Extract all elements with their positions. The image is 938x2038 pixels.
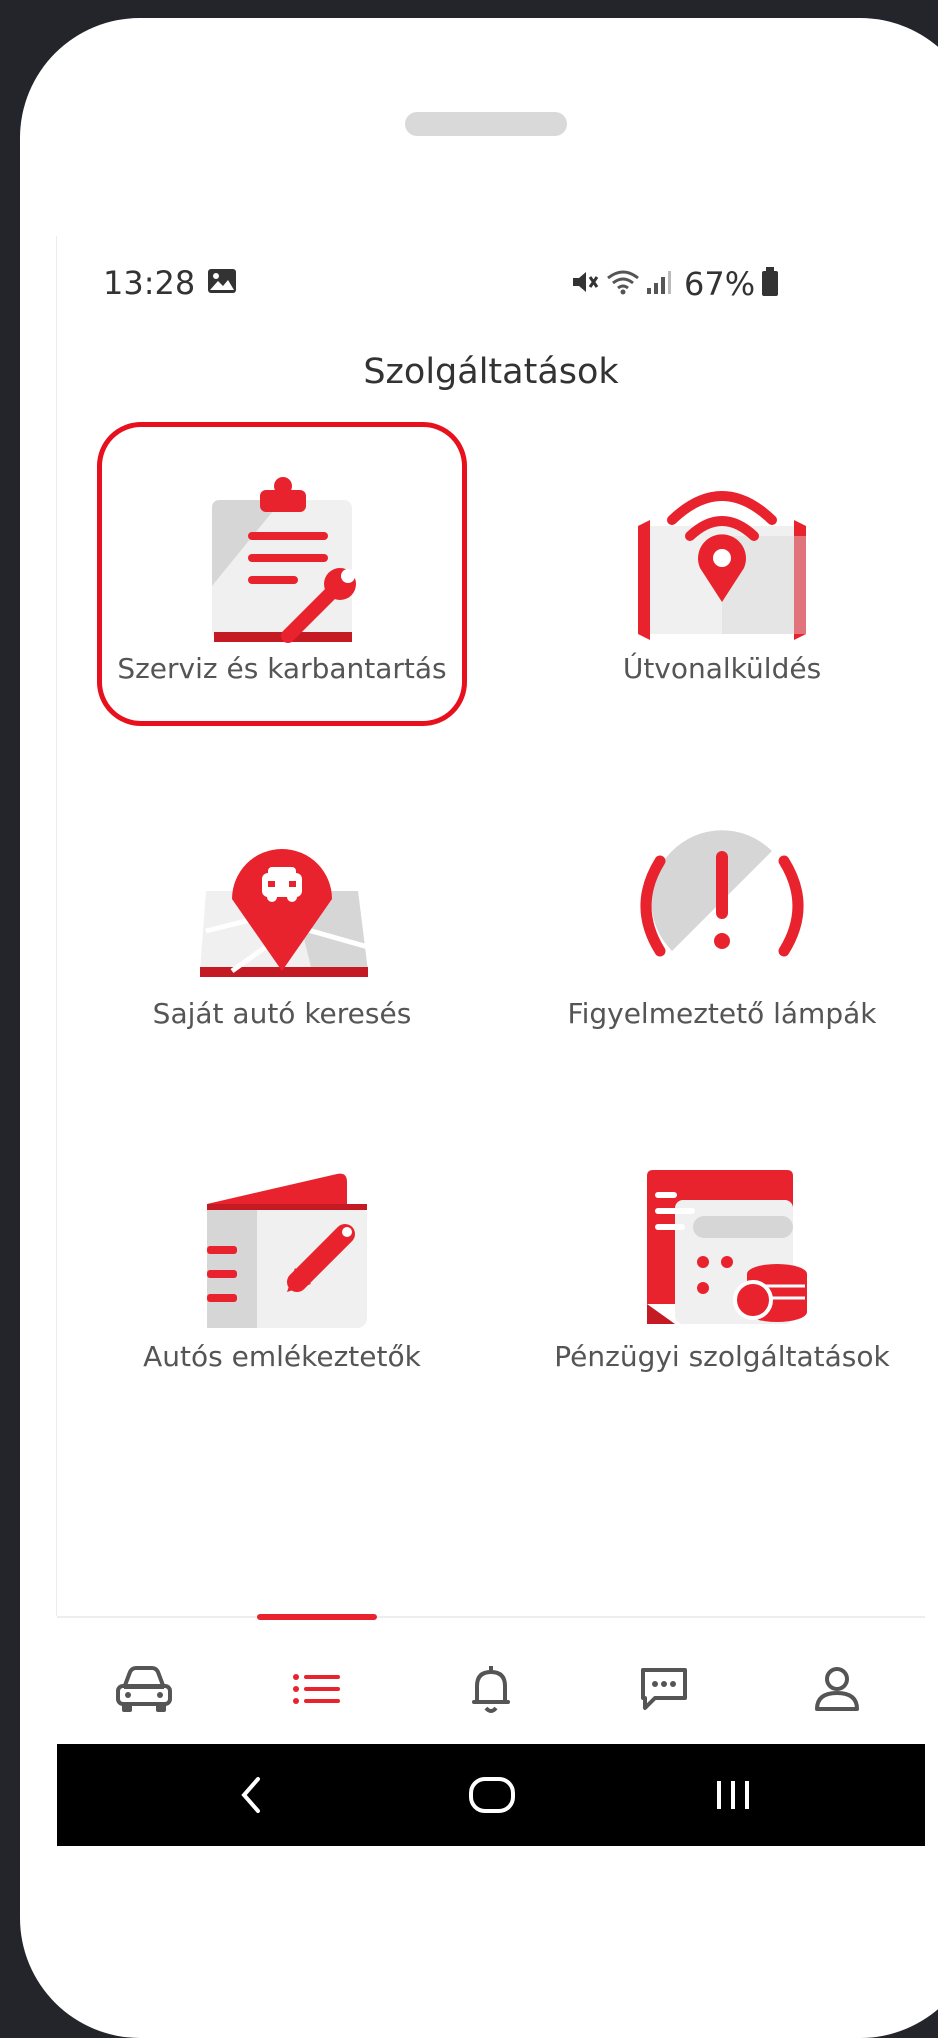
- mute-icon: [570, 268, 606, 300]
- tab-car[interactable]: [104, 1656, 184, 1726]
- notebook-pencil-icon: [82, 1164, 482, 1334]
- recents-icon[interactable]: [703, 1769, 763, 1821]
- tab-notifications[interactable]: [451, 1656, 531, 1726]
- tab-bar-divider: [57, 1616, 925, 1618]
- chat-icon: [639, 1666, 689, 1716]
- service-tile-reminders[interactable]: Autós emlékeztetők: [82, 1154, 482, 1394]
- warning-light-icon: [522, 821, 922, 991]
- wifi-icon: [606, 268, 646, 300]
- battery-percent: 67%: [684, 265, 756, 303]
- battery-icon: [761, 267, 785, 301]
- user-icon: [813, 1665, 861, 1717]
- selection-highlight: [97, 422, 467, 726]
- tab-services[interactable]: [277, 1656, 357, 1726]
- map-pin-signal-icon: [522, 476, 922, 646]
- status-time: 13:28: [103, 264, 196, 302]
- car-icon: [114, 1664, 174, 1718]
- car-location-pin-icon: [82, 821, 482, 991]
- system-nav-bar: [57, 1744, 925, 1846]
- finance-calculator-coins-icon: [522, 1164, 922, 1334]
- service-tile-route-sending[interactable]: Útvonalküldés: [522, 466, 922, 706]
- tile-label: Pénzügyi szolgáltatások: [554, 1340, 890, 1373]
- tab-profile[interactable]: [797, 1656, 877, 1726]
- service-tile-warning-lights[interactable]: Figyelmeztető lámpák: [522, 811, 922, 1051]
- tile-label: Figyelmeztető lámpák: [567, 997, 877, 1030]
- page-title: Szolgáltatások: [363, 352, 619, 392]
- tile-label: Saját autó keresés: [152, 997, 412, 1030]
- home-icon[interactable]: [462, 1769, 522, 1821]
- tile-label: Útvonalküldés: [622, 652, 822, 685]
- service-tile-financial[interactable]: Pénzügyi szolgáltatások: [522, 1154, 922, 1394]
- speaker-notch: [405, 112, 567, 136]
- bell-icon: [469, 1664, 513, 1718]
- service-tile-find-car[interactable]: Saját autó keresés: [82, 811, 482, 1051]
- active-tab-indicator: [257, 1614, 377, 1620]
- signal-icon: [646, 268, 678, 300]
- status-indicators: 67%: [570, 264, 785, 304]
- list-icon: [292, 1671, 342, 1711]
- back-icon[interactable]: [221, 1769, 281, 1821]
- tile-label: Autós emlékeztetők: [143, 1340, 421, 1373]
- image-icon: [207, 268, 237, 298]
- app-screen: 13:28 67% Szolgáltatások Szerviz és karb…: [57, 236, 925, 1846]
- tab-messages[interactable]: [624, 1656, 704, 1726]
